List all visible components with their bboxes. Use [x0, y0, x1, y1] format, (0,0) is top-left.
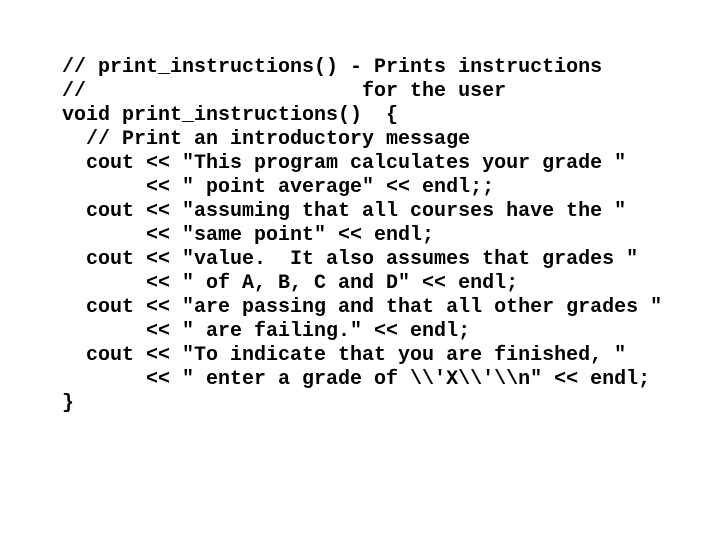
comment-line-continuation: // for the user	[62, 80, 507, 103]
cout-continuation-line: << " enter a grade of \\'X\\'\\n" << end…	[62, 368, 651, 391]
closing-brace-line: }	[62, 392, 75, 415]
cout-continuation-line: << " point average" << endl;;	[62, 176, 495, 199]
cout-continuation-line: << "same point" << endl;	[62, 224, 435, 247]
cout-statement-line: cout << "To indicate that you are finish…	[62, 344, 627, 367]
cout-statement-line: cout << "value. It also assumes that gra…	[62, 248, 639, 271]
cout-statement-line: cout << "are passing and that all other …	[62, 296, 663, 319]
cout-statement-line: cout << "assuming that all courses have …	[62, 200, 627, 223]
comment-line-intro: // Print an introductory message	[62, 128, 471, 151]
code-block: // print_instructions() - Prints instruc…	[62, 56, 662, 416]
cout-continuation-line: << " are failing." << endl;	[62, 320, 471, 343]
cout-continuation-line: << " of A, B, C and D" << endl;	[62, 272, 519, 295]
comment-line-function-description: // print_instructions() - Prints instruc…	[62, 56, 603, 79]
cout-statement-line: cout << "This program calculates your gr…	[62, 152, 627, 175]
function-signature-line: void print_instructions() {	[62, 104, 399, 127]
